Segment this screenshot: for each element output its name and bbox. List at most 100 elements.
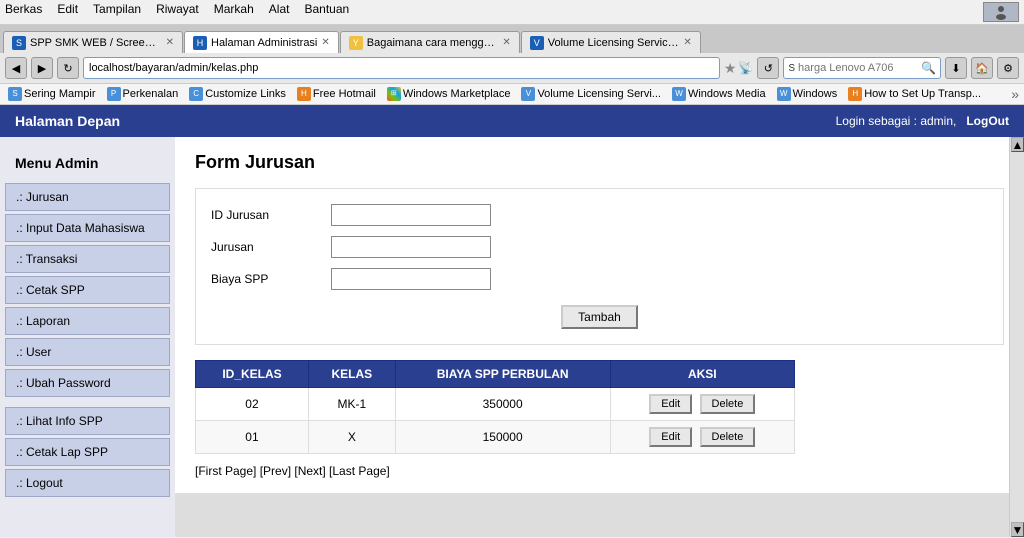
sidebar-item-ubah-password[interactable]: .: Ubah Password [5, 369, 170, 397]
rss-icon[interactable]: 📡 [738, 61, 753, 75]
bookmark-howto[interactable]: H How to Set Up Transp... [845, 86, 984, 102]
tab-label-3: Bagaimana cara menggunakan mesin cuci... [367, 37, 499, 49]
tab-close-4[interactable]: ✕ [683, 37, 691, 48]
sidebar-item-input-data[interactable]: .: Input Data Mahasiswa [5, 214, 170, 242]
delete-button-1[interactable]: Delete [700, 394, 756, 414]
tambah-button[interactable]: Tambah [561, 305, 638, 329]
input-biaya-spp[interactable] [331, 268, 491, 290]
bk-label-8: Windows [793, 88, 838, 100]
edit-button-2[interactable]: Edit [649, 427, 692, 447]
tools-button[interactable]: ⚙ [997, 57, 1019, 79]
bk-icon-8: W [777, 87, 791, 101]
input-jurusan[interactable] [331, 236, 491, 258]
search-icon[interactable]: 🔍 [921, 61, 936, 75]
search-input[interactable] [798, 62, 918, 74]
scroll-track [1011, 152, 1024, 522]
bk-icon-1: S [8, 87, 22, 101]
sidebar: Menu Admin .: Jurusan .: Input Data Maha… [0, 137, 175, 537]
url-input[interactable] [89, 62, 714, 74]
bk-label-5: Windows Marketplace [403, 88, 511, 100]
tab-favicon-3: Y [349, 36, 363, 50]
page-header-title: Halaman Depan [15, 113, 120, 129]
sidebar-title: Menu Admin [5, 147, 170, 183]
table-header: ID_KELAS KELAS BIAYA SPP PERBULAN AKSI [196, 361, 795, 388]
forward-button[interactable]: ▶ [31, 57, 53, 79]
menu-bar: Berkas Edit Tampilan Riwayat Markah Alat… [0, 0, 1024, 25]
tab-close-1[interactable]: ✕ [166, 37, 174, 48]
bookmark-windows-media[interactable]: W Windows Media [669, 86, 769, 102]
delete-button-2[interactable]: Delete [700, 427, 756, 447]
star-icon[interactable]: ★ [724, 60, 737, 77]
sidebar-item-laporan[interactable]: .: Laporan [5, 307, 170, 335]
bookmark-sering[interactable]: S Sering Mampir [5, 86, 99, 102]
tab-favicon-2: H [193, 36, 207, 50]
menu-markah[interactable]: Markah [214, 2, 254, 22]
form-section: ID Jurusan Jurusan Biaya SPP Tambah [195, 188, 1004, 345]
sidebar-item-jurusan[interactable]: .: Jurusan [5, 183, 170, 211]
back-button[interactable]: ◀ [5, 57, 27, 79]
table-row: 02 MK-1 350000 Edit Delete [196, 388, 795, 421]
scrollbar[interactable]: ▲ ▼ [1009, 137, 1024, 537]
bookmark-windows[interactable]: W Windows [774, 86, 841, 102]
cell-aksi-2: Edit Delete [610, 421, 794, 454]
sidebar-item-cetak-spp[interactable]: .: Cetak SPP [5, 276, 170, 304]
bk-icon-3: C [189, 87, 203, 101]
cell-aksi-1: Edit Delete [610, 388, 794, 421]
home-button[interactable]: 🏠 [971, 57, 993, 79]
search-area: S 🔍 [783, 57, 941, 79]
sidebar-item-cetak-lap[interactable]: .: Cetak Lap SPP [5, 438, 170, 466]
tab-favicon-1: S [12, 36, 26, 50]
tab-admin[interactable]: H Halaman Administrasi ✕ [184, 31, 339, 53]
search-engine-icon: S [788, 63, 795, 74]
tab-volume[interactable]: V Volume Licensing Service Center ✕ [521, 31, 701, 53]
logout-button[interactable]: LogOut [966, 114, 1009, 128]
menu-edit[interactable]: Edit [57, 2, 78, 22]
col-kelas: KELAS [308, 361, 395, 388]
col-biaya: BIAYA SPP PERBULAN [395, 361, 610, 388]
bookmark-perkenalan[interactable]: P Perkenalan [104, 86, 182, 102]
menu-berkas[interactable]: Berkas [5, 2, 42, 22]
tab-bar: S SPP SMK WEB / Screenshots ✕ H Halaman … [0, 25, 1024, 53]
bookmark-customize[interactable]: C Customize Links [186, 86, 289, 102]
edit-button-1[interactable]: Edit [649, 394, 692, 414]
tab-close-3[interactable]: ✕ [502, 37, 510, 48]
url-box [83, 57, 720, 79]
cell-id-kelas-2: 01 [196, 421, 309, 454]
sidebar-item-lihat-info[interactable]: .: Lihat Info SPP [5, 407, 170, 435]
sidebar-item-user[interactable]: .: User [5, 338, 170, 366]
form-row-jurusan: Jurusan [211, 236, 988, 258]
sidebar-item-logout[interactable]: .: Logout [5, 469, 170, 497]
cell-kelas-2: X [308, 421, 395, 454]
bookmarks-more[interactable]: » [1011, 86, 1019, 102]
refresh-button[interactable]: ↻ [57, 57, 79, 79]
tab-label-4: Volume Licensing Service Center [548, 37, 680, 49]
bk-label-3: Customize Links [205, 88, 286, 100]
refresh-btn2[interactable]: ↺ [757, 57, 779, 79]
login-area: Login sebagai : admin, LogOut [836, 114, 1009, 128]
menu-tampilan[interactable]: Tampilan [93, 2, 141, 22]
bookmark-volume[interactable]: V Volume Licensing Servi... [518, 86, 664, 102]
bookmark-marketplace[interactable]: ⊞ Windows Marketplace [384, 86, 514, 102]
tab-spp-smk[interactable]: S SPP SMK WEB / Screenshots ✕ [3, 31, 183, 53]
profile-icon [983, 2, 1019, 22]
scroll-down[interactable]: ▼ [1011, 522, 1024, 537]
menu-alat[interactable]: Alat [269, 2, 290, 22]
bookmarks-bar: S Sering Mampir P Perkenalan C Customize… [0, 84, 1024, 105]
login-text: Login sebagai : admin, [836, 114, 957, 128]
tab-label-2: Halaman Administrasi [211, 37, 317, 49]
download-button[interactable]: ⬇ [945, 57, 967, 79]
content-wrapper: Form Jurusan ID Jurusan Jurusan Biaya SP… [175, 137, 1024, 537]
col-id-kelas: ID_KELAS [196, 361, 309, 388]
label-biaya-spp: Biaya SPP [211, 272, 331, 286]
bookmark-hotmail[interactable]: H Free Hotmail [294, 86, 379, 102]
menu-bantuan[interactable]: Bantuan [304, 2, 349, 22]
tab-close-2[interactable]: ✕ [321, 37, 329, 48]
form-title: Form Jurusan [195, 152, 1004, 173]
tab-bagaimana[interactable]: Y Bagaimana cara menggunakan mesin cuci.… [340, 31, 520, 53]
pagination-text[interactable]: [First Page] [Prev] [Next] [Last Page] [195, 464, 390, 478]
sidebar-item-transaksi[interactable]: .: Transaksi [5, 245, 170, 273]
input-id-jurusan[interactable] [331, 204, 491, 226]
main-layout: Menu Admin .: Jurusan .: Input Data Maha… [0, 137, 1024, 537]
scroll-up[interactable]: ▲ [1011, 137, 1024, 152]
menu-riwayat[interactable]: Riwayat [156, 2, 199, 22]
